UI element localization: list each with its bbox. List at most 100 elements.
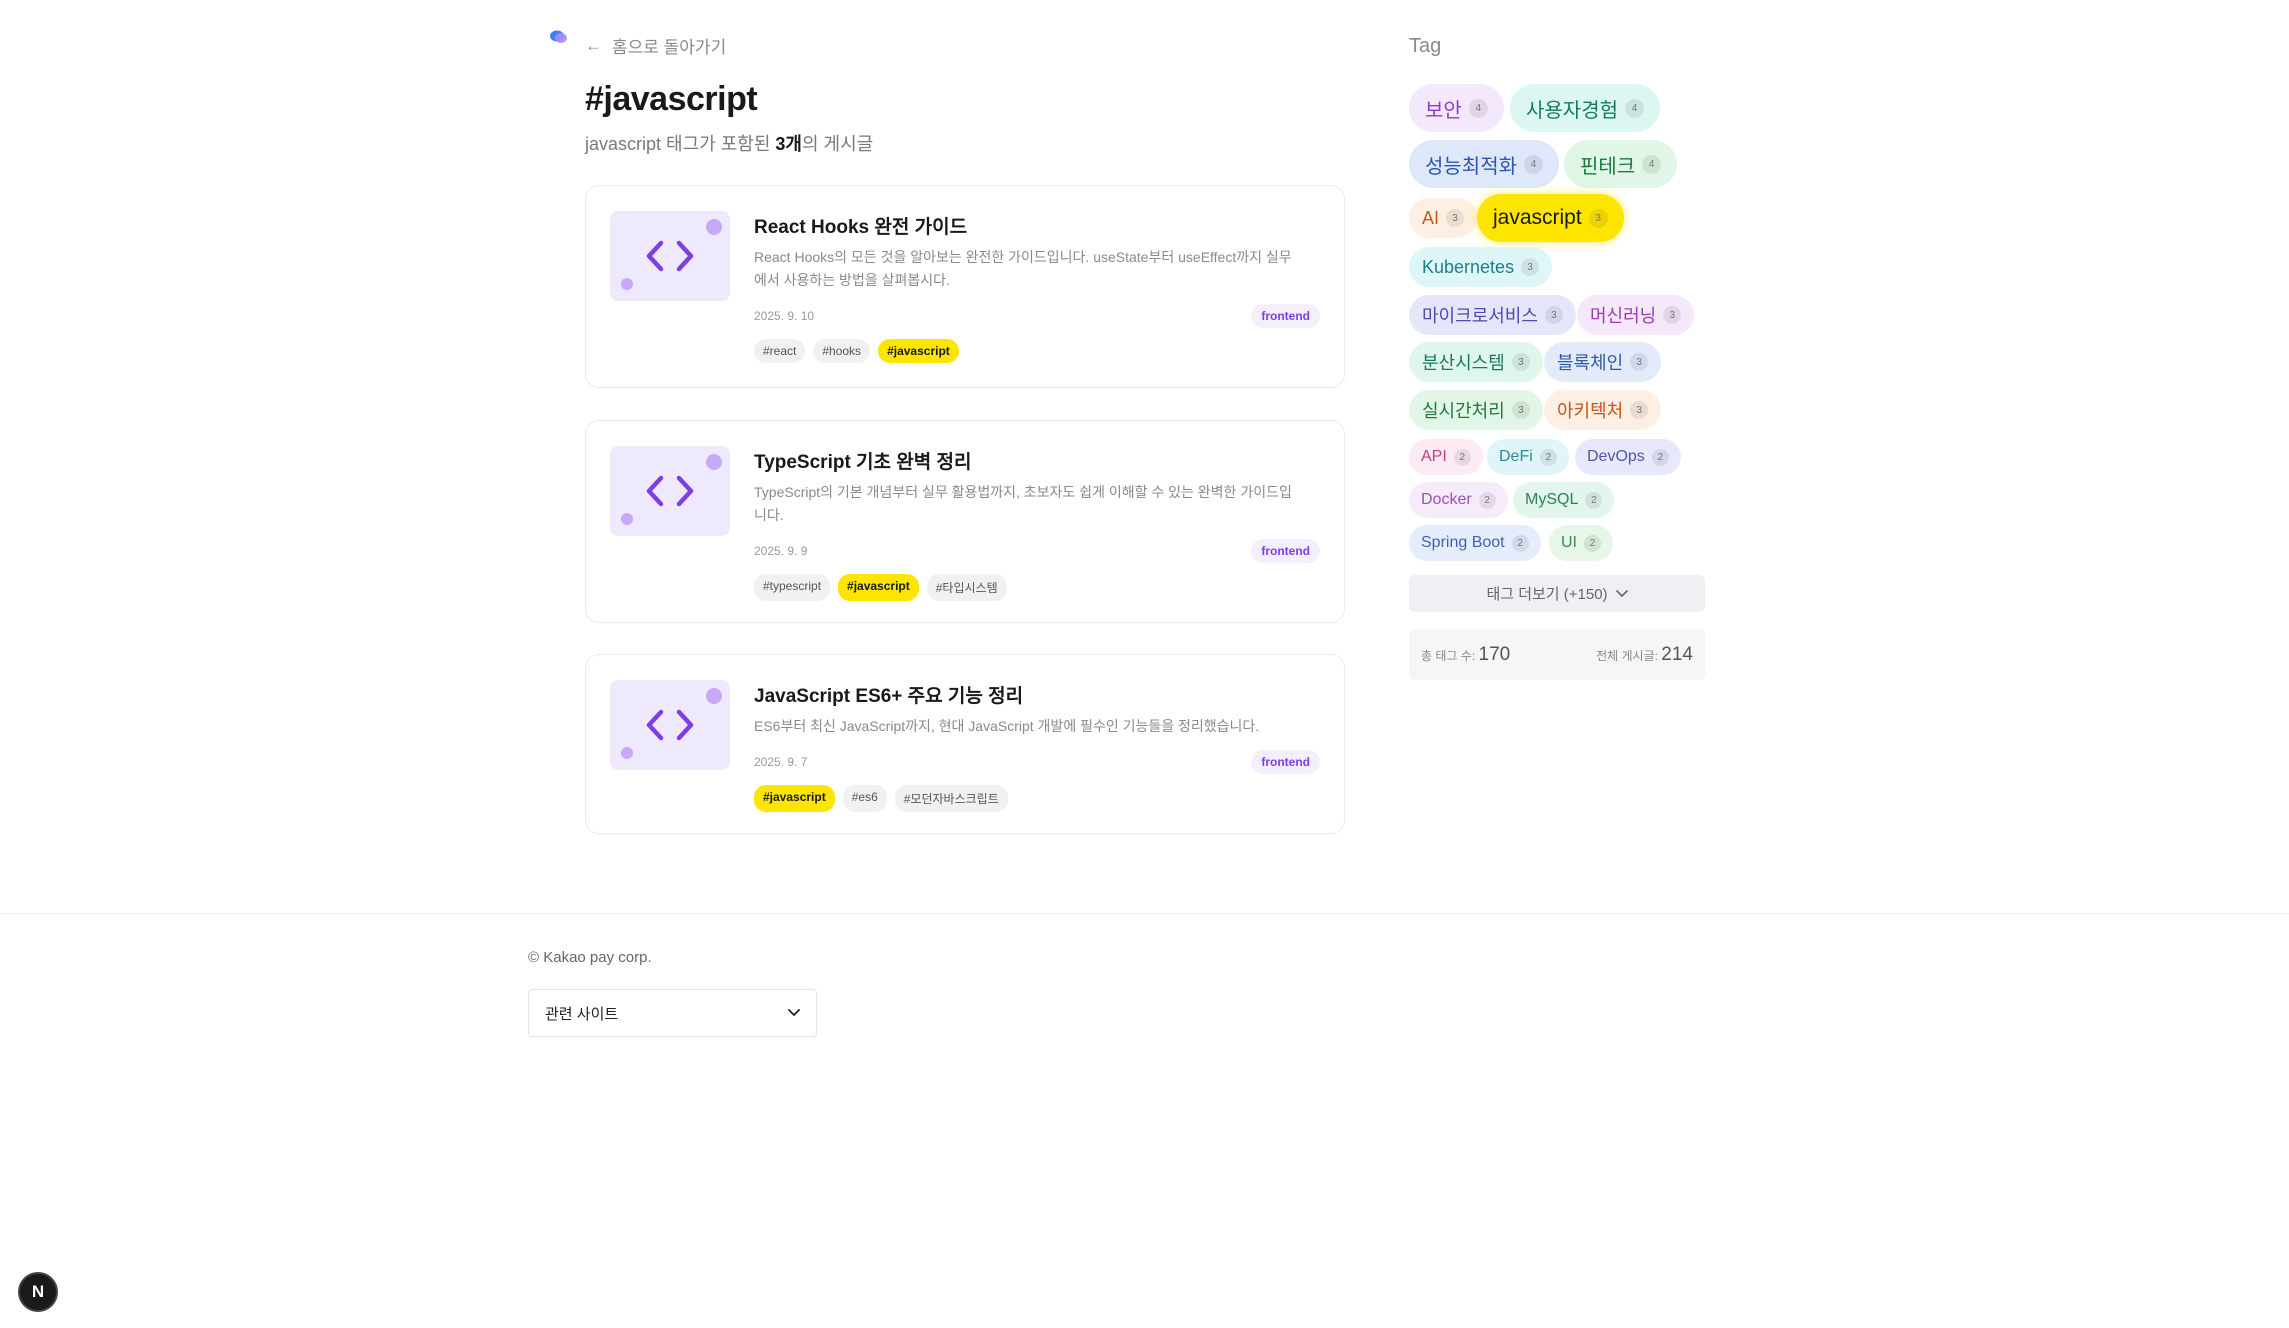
related-sites-label: 관련 사이트 [545,1005,619,1023]
back-home-link[interactable]: ← 홈으로 돌아가기 [585,33,726,58]
code-icon [646,240,694,272]
tag-chip-active[interactable]: #javascript [754,785,835,812]
tag-cloud-item[interactable]: MySQL 2 [1513,482,1615,518]
kakaopay-logo-icon [550,30,567,43]
tag-name: javascript [1493,206,1582,229]
page-title: #javascript [585,80,758,118]
tag-name: DevOps [1587,448,1645,465]
tag-name: 마이크로서비스 [1422,306,1538,326]
tag-count: 4 [1642,154,1662,174]
show-more-label: 태그 더보기 (+150) [1486,586,1608,603]
tag-count: 3 [1511,401,1530,419]
tag-cloud-item[interactable]: 보안 4 [1409,84,1504,132]
tag-name: 머신러닝 [1590,306,1657,326]
tag-cloud-item[interactable]: Kubernetes 3 [1409,247,1553,287]
tag-name: Docker [1421,491,1472,508]
tag-count: 3 [1630,401,1649,419]
total-tags-label: 총 태그 수: [1421,648,1476,663]
copyright-text: © Kakao pay corp. [528,949,652,966]
tag-cloud-item[interactable]: 분산시스템 3 [1409,342,1543,382]
post-description: React Hooks의 모든 것을 알아보는 완전한 가이드입니다. useS… [754,249,1292,288]
tag-name: API [1421,448,1447,465]
tag-count: 3 [1521,258,1540,276]
post-card[interactable]: TypeScript 기초 완벽 정리 TypeScript의 기본 개념부터 … [585,420,1345,623]
tag-name: 아키텍처 [1557,401,1624,421]
tag-cloud-item[interactable]: 아키텍처 3 [1544,390,1662,430]
total-posts-label: 전체 게시글: [1596,648,1658,663]
tag-chip[interactable]: #hooks [813,339,871,363]
post-card[interactable]: JavaScript ES6+ 주요 기능 정리 ES6부터 최신 JavaSc… [585,654,1345,834]
tag-count: 3 [1511,353,1530,371]
tag-count: 2 [1539,448,1557,466]
tag-cloud-item[interactable]: AI 3 [1409,198,1478,238]
post-card[interactable]: React Hooks 완전 가이드 React Hooks의 모든 것을 알아… [585,185,1345,388]
tag-count: 2 [1453,448,1471,466]
tag-cloud-item[interactable]: 머신러닝 3 [1577,295,1695,335]
tag-chip[interactable]: #타입시스템 [926,574,1007,601]
tag-count: 4 [1468,98,1488,118]
tag-chip-active[interactable]: #javascript [838,574,919,601]
tag-count: 2 [1585,491,1603,509]
tag-chip[interactable]: #typescript [754,574,831,601]
post-date: 2025. 9. 10 [754,309,815,323]
tag-name: 보안 [1425,99,1462,122]
tag-count: 3 [1446,209,1465,227]
post-tags: #typescript #javascript #타입시스템 [754,574,1007,601]
tag-count: 2 [1478,491,1496,509]
tag-sidebar-title: Tag [1409,35,1442,57]
tag-cloud-item[interactable]: Spring Boot 2 [1409,525,1541,561]
dev-tools-badge[interactable]: N [18,1272,58,1312]
tag-name: 사용자경험 [1526,99,1618,122]
show-more-tags-button[interactable]: 태그 더보기 (+150) [1409,575,1705,612]
post-title: React Hooks 완전 가이드 [754,217,968,238]
tag-cloud-item[interactable]: 성능최적화 4 [1409,140,1559,188]
related-sites-select[interactable]: 관련 사이트 [528,989,817,1037]
tag-chip[interactable]: #react [754,339,806,363]
tag-cloud-item[interactable]: Docker 2 [1409,482,1508,518]
tag-cloud-item[interactable]: DeFi 2 [1487,439,1569,475]
tag-cloud-item[interactable]: UI 2 [1549,525,1613,561]
tag-cloud-item[interactable]: API 2 [1409,439,1483,475]
category-badge: frontend [1251,539,1320,563]
tag-chip[interactable]: #es6 [842,785,887,812]
tag-count: 3 [1663,306,1682,324]
subtitle-suffix: 의 게시글 [801,134,874,154]
total-posts-stat: 전체 게시글: 214 [1596,644,1693,666]
post-tags: #react #hooks #javascript [754,339,959,363]
tag-cloud-item[interactable]: 핀테크 4 [1564,140,1678,188]
tag-name: 분산시스템 [1422,353,1505,373]
code-icon [646,475,694,507]
tag-cloud-item[interactable]: 사용자경험 4 [1510,84,1660,132]
page-subtitle: javascript 태그가 포함된 3개의 게시글 [585,130,873,156]
tag-cloud-item[interactable]: DevOps 2 [1575,439,1681,475]
chevron-down-icon [1615,589,1628,597]
tag-count: 4 [1524,154,1543,174]
post-date: 2025. 9. 9 [754,544,808,558]
post-thumbnail [610,211,730,301]
tag-name: 성능최적화 [1425,155,1517,178]
tag-cloud-item[interactable]: 마이크로서비스 3 [1409,295,1576,335]
post-count: 3개 [775,134,802,154]
tag-chip-active[interactable]: #javascript [878,339,959,363]
tag-name: 핀테크 [1580,155,1636,178]
tag-count: 2 [1511,534,1529,552]
tag-name: Kubernetes [1422,256,1515,277]
tag-cloud-item[interactable]: 실시간처리 3 [1409,390,1543,430]
tag-count: 2 [1584,534,1601,552]
category-badge: frontend [1251,750,1320,774]
tag-name: MySQL [1525,491,1579,508]
post-thumbnail [610,446,730,536]
subtitle-prefix: javascript 태그가 포함된 [585,134,776,154]
tag-cloud-item-active[interactable]: javascript 3 [1477,194,1624,242]
tag-count: 3 [1630,353,1649,371]
tag-chip[interactable]: #모던자바스크립트 [894,785,1008,812]
tag-name: 실시간처리 [1422,401,1505,421]
tag-count: 2 [1651,448,1669,466]
tag-stats: 총 태그 수: 170 전체 게시글: 214 [1409,629,1705,680]
post-title: TypeScript 기초 완벽 정리 [754,452,972,473]
tag-cloud-item[interactable]: 블록체인 3 [1544,342,1662,382]
tag-count: 4 [1625,98,1644,118]
total-posts-value: 214 [1661,643,1693,665]
post-title: JavaScript ES6+ 주요 기능 정리 [754,686,1024,707]
post-tags: #javascript #es6 #모던자바스크립트 [754,785,1008,812]
